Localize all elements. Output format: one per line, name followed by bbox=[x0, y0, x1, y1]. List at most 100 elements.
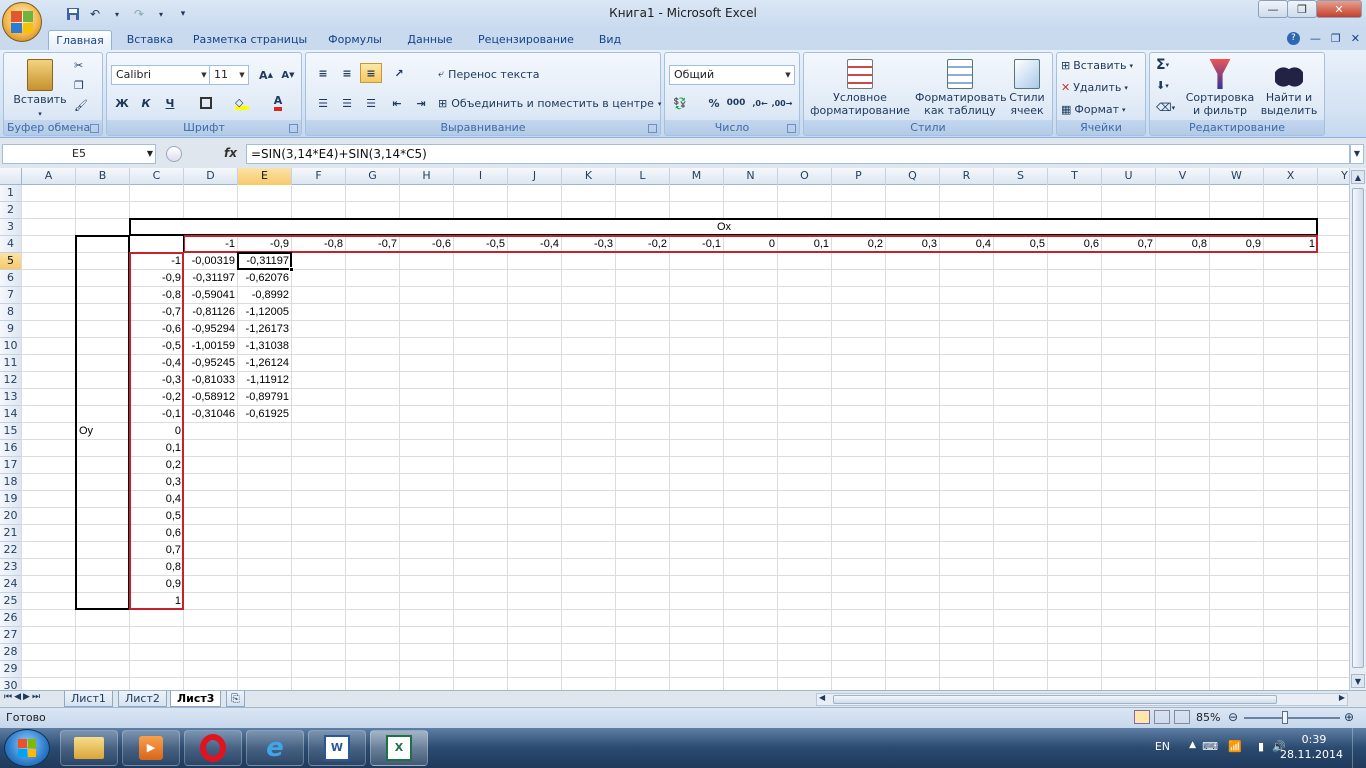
paste-button[interactable]: Вставить ▾ bbox=[10, 59, 70, 121]
y-value-cell[interactable]: 0,6 bbox=[130, 525, 184, 542]
column-header-g[interactable]: G bbox=[346, 168, 400, 185]
fill-handle[interactable] bbox=[289, 267, 294, 272]
result-cell[interactable]: -0,31197 bbox=[238, 253, 292, 270]
copy-icon[interactable]: ❐ bbox=[74, 79, 84, 92]
result-cell[interactable]: -0,89791 bbox=[238, 389, 292, 406]
column-header-e[interactable]: E bbox=[238, 168, 292, 185]
x-value-cell[interactable]: -0,1 bbox=[670, 236, 724, 253]
increase-decimal-icon[interactable]: ,0← bbox=[749, 93, 771, 113]
column-header-h[interactable]: H bbox=[400, 168, 454, 185]
row-header-10[interactable]: 10 bbox=[0, 338, 22, 355]
y-value-cell[interactable]: 0,4 bbox=[130, 491, 184, 508]
show-desktop-button[interactable] bbox=[1352, 728, 1366, 768]
row-header-15[interactable]: 15 bbox=[0, 423, 22, 440]
x-value-cell[interactable]: 0,4 bbox=[940, 236, 994, 253]
row-header-16[interactable]: 16 bbox=[0, 440, 22, 457]
row-header-18[interactable]: 18 bbox=[0, 474, 22, 491]
y-value-cell[interactable]: -0,4 bbox=[130, 355, 184, 372]
borders-icon[interactable] bbox=[195, 93, 217, 113]
y-value-cell[interactable]: 0,3 bbox=[130, 474, 184, 491]
x-value-cell[interactable]: 0,3 bbox=[886, 236, 940, 253]
increase-indent-icon[interactable]: ⇥ bbox=[410, 93, 432, 113]
dialog-launcher-icon[interactable] bbox=[648, 124, 657, 133]
result-cell[interactable]: -1,11912 bbox=[238, 372, 292, 389]
column-header-a[interactable]: A bbox=[22, 168, 76, 185]
row-header-24[interactable]: 24 bbox=[0, 576, 22, 593]
sheet-tab-1[interactable]: Лист1 bbox=[64, 691, 113, 707]
close-button[interactable]: ✕ bbox=[1316, 0, 1362, 18]
column-header-n[interactable]: N bbox=[724, 168, 778, 185]
ie-taskbar-item[interactable]: e bbox=[246, 730, 304, 766]
vertical-scrollbar[interactable]: ▲ ▼ bbox=[1349, 168, 1366, 690]
align-top-icon[interactable]: ≡ bbox=[312, 63, 334, 83]
number-format-select[interactable]: Общий ▼ bbox=[669, 65, 795, 85]
align-center-icon[interactable]: ☰ bbox=[336, 93, 358, 113]
y-value-cell[interactable]: -0,7 bbox=[130, 304, 184, 321]
row-header-20[interactable]: 20 bbox=[0, 508, 22, 525]
dialog-launcher-icon[interactable] bbox=[289, 124, 298, 133]
align-right-icon[interactable]: ☰ bbox=[360, 93, 382, 113]
dialog-launcher-icon[interactable] bbox=[787, 124, 796, 133]
office-button[interactable] bbox=[2, 2, 42, 42]
tab-data[interactable]: Данные bbox=[400, 30, 460, 50]
battery-icon[interactable]: ▮ bbox=[1258, 740, 1264, 753]
row-header-17[interactable]: 17 bbox=[0, 457, 22, 474]
decrease-decimal-icon[interactable]: ,00→ bbox=[771, 93, 793, 113]
tab-home[interactable]: Главная bbox=[48, 30, 112, 50]
y-value-cell[interactable]: -0,5 bbox=[130, 338, 184, 355]
result-cell[interactable]: -0,95245 bbox=[184, 355, 238, 372]
minimize-button[interactable]: — bbox=[1258, 0, 1288, 18]
result-cell[interactable]: -0,31197 bbox=[184, 270, 238, 287]
row-header-14[interactable]: 14 bbox=[0, 406, 22, 423]
y-value-cell[interactable]: -0,9 bbox=[130, 270, 184, 287]
sort-filter-button[interactable]: Сортировка и фильтр bbox=[1184, 59, 1256, 117]
y-value-cell[interactable]: 0,8 bbox=[130, 559, 184, 576]
result-cell[interactable]: -1,26173 bbox=[238, 321, 292, 338]
page-break-view-icon[interactable] bbox=[1174, 710, 1190, 724]
word-taskbar-item[interactable]: W bbox=[308, 730, 366, 766]
result-cell[interactable]: -0,31046 bbox=[184, 406, 238, 423]
column-header-w[interactable]: W bbox=[1210, 168, 1264, 185]
italic-button[interactable]: К bbox=[135, 93, 157, 113]
x-value-cell[interactable]: 0,2 bbox=[832, 236, 886, 253]
merge-center-button[interactable]: ⊞ Объединить и поместить в центре ▾ bbox=[438, 97, 661, 110]
tab-insert[interactable]: Вставка bbox=[120, 30, 180, 50]
tab-page-layout[interactable]: Разметка страницы bbox=[190, 30, 310, 50]
tab-review[interactable]: Рецензирование bbox=[472, 30, 580, 50]
format-as-table-button[interactable]: Форматировать как таблицу bbox=[914, 59, 1007, 117]
column-header-j[interactable]: J bbox=[508, 168, 562, 185]
help-icon[interactable]: ? bbox=[1286, 32, 1300, 45]
insert-cells-button[interactable]: ⊞ Вставить ▾ bbox=[1061, 59, 1133, 72]
y-value-cell[interactable]: 0,7 bbox=[130, 542, 184, 559]
row-header-29[interactable]: 29 bbox=[0, 661, 22, 678]
x-value-cell[interactable]: -1 bbox=[184, 236, 238, 253]
y-value-cell[interactable]: -0,2 bbox=[130, 389, 184, 406]
clock-time[interactable]: 0:39 bbox=[1290, 733, 1338, 746]
sheet-tab-3[interactable]: Лист3 bbox=[170, 691, 222, 707]
x-value-cell[interactable]: 0,5 bbox=[994, 236, 1048, 253]
column-header-q[interactable]: Q bbox=[886, 168, 940, 185]
zoom-in-icon[interactable]: ⊕ bbox=[1344, 710, 1354, 724]
bold-button[interactable]: Ж bbox=[111, 93, 133, 113]
shrink-font-button[interactable]: A ▼ bbox=[277, 65, 299, 85]
formula-input[interactable]: =SIN(3,14*E4)+SIN(3,14*C5) bbox=[246, 144, 1350, 164]
column-header-l[interactable]: L bbox=[616, 168, 670, 185]
x-value-cell[interactable]: 0,6 bbox=[1048, 236, 1102, 253]
ox-header-cell[interactable]: Ox bbox=[130, 219, 1318, 236]
column-header-p[interactable]: P bbox=[832, 168, 886, 185]
x-value-cell[interactable]: -0,2 bbox=[616, 236, 670, 253]
row-header-21[interactable]: 21 bbox=[0, 525, 22, 542]
align-bottom-icon[interactable]: ≡ bbox=[360, 63, 382, 83]
insert-sheet-icon[interactable]: ⎘ bbox=[226, 691, 245, 707]
show-hidden-icons-icon[interactable]: ▲ bbox=[1189, 740, 1196, 750]
result-cell[interactable]: -0,62076 bbox=[238, 270, 292, 287]
column-header-u[interactable]: U bbox=[1102, 168, 1156, 185]
y-value-cell[interactable]: 0,9 bbox=[130, 576, 184, 593]
row-header-7[interactable]: 7 bbox=[0, 287, 22, 304]
result-cell[interactable]: -1,00159 bbox=[184, 338, 238, 355]
column-header-m[interactable]: M bbox=[670, 168, 724, 185]
explorer-taskbar-item[interactable] bbox=[60, 730, 118, 766]
oy-header-cell[interactable]: Oy bbox=[76, 423, 130, 440]
column-header-o[interactable]: O bbox=[778, 168, 832, 185]
underline-button[interactable]: Ч bbox=[159, 93, 181, 113]
